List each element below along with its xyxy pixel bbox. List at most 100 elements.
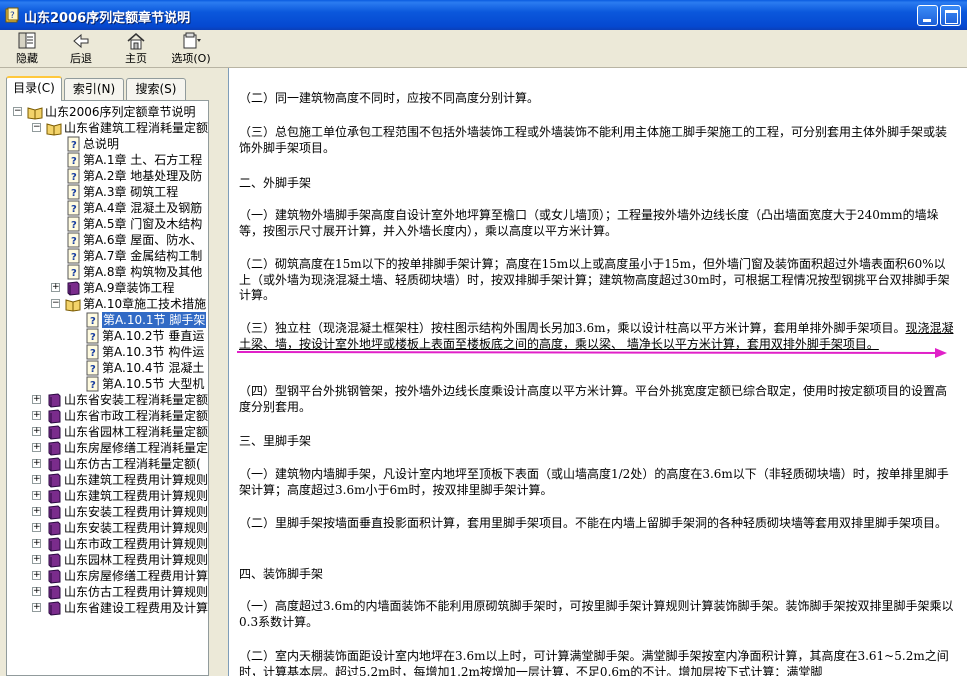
closed-book-icon: [65, 280, 81, 296]
tree-item[interactable]: ? 第A.10.2节 垂直运: [7, 328, 208, 344]
collapse-icon[interactable]: −: [51, 299, 60, 308]
tree-item[interactable]: + 第A.9章装饰工程: [7, 280, 208, 296]
closed-book-icon: [46, 488, 62, 504]
expand-icon[interactable]: +: [32, 443, 41, 452]
expand-icon[interactable]: +: [51, 283, 60, 292]
tree-item[interactable]: ? 第A.4章 混凝土及钢筋: [7, 200, 208, 216]
tab-contents[interactable]: 目录(C): [6, 76, 62, 101]
tree-item[interactable]: + 山东安装工程费用计算规则: [7, 504, 209, 520]
collapse-icon[interactable]: −: [13, 107, 22, 116]
minimize-button[interactable]: [917, 5, 938, 26]
tree-item[interactable]: ? 第A.10.4节 混凝土: [7, 360, 208, 376]
tree-item[interactable]: + 山东建筑工程费用计算规则: [7, 472, 209, 488]
tree-item-label: 第A.9章装饰工程: [83, 281, 175, 295]
tree-item-label: 山东建筑工程费用计算规则: [64, 473, 209, 487]
hide-pane-icon: [18, 32, 36, 49]
tree-item[interactable]: ? 第A.1章 土、石方工程: [7, 152, 208, 168]
tree-item[interactable]: ? 总说明: [7, 136, 208, 152]
tree-item[interactable]: − 第A.10章施工技术措施: [7, 296, 208, 312]
expand-icon[interactable]: +: [32, 571, 41, 580]
tree-item[interactable]: + 山东省园林工程消耗量定额: [7, 424, 208, 440]
tree-item[interactable]: + 山东园林工程费用计算规则: [7, 552, 209, 568]
options-button[interactable]: 选项(O): [166, 31, 216, 67]
closed-book-icon: [46, 424, 62, 440]
expand-icon[interactable]: +: [32, 395, 41, 404]
paragraph: （二）里脚手架按墙面垂直投影面积计算，套用里脚手架项目。不能在内墙上留脚手架洞的…: [239, 516, 948, 530]
expand-icon[interactable]: +: [32, 459, 41, 468]
expand-icon[interactable]: +: [32, 603, 41, 612]
tree-item[interactable]: ? 第A.10.1节 脚手架: [7, 312, 208, 328]
help-page-icon: ?: [84, 344, 100, 360]
options-label: 选项(O): [171, 52, 211, 65]
tree-item[interactable]: − 山东省建筑工程消耗量定额: [7, 120, 208, 136]
tree-item[interactable]: ? 第A.10.3节 构件运: [7, 344, 208, 360]
home-button[interactable]: 主页: [111, 31, 161, 67]
tree-item[interactable]: + 山东仿古工程费用计算规则: [7, 584, 208, 600]
tree-item[interactable]: + 山东建筑工程费用计算规则: [7, 488, 209, 504]
expand-icon[interactable]: +: [32, 427, 41, 436]
tree-item-label: 山东房屋修缮工程消耗量定: [64, 441, 209, 455]
tree-item-label: 第A.2章 地基处理及防: [83, 169, 203, 183]
tab-search[interactable]: 搜索(S): [126, 78, 186, 100]
svg-text:?: ?: [90, 364, 96, 375]
tree-item-label: 山东省安装工程消耗量定额: [64, 393, 209, 407]
expand-icon[interactable]: +: [32, 587, 41, 596]
tree-item[interactable]: ? 第A.5章 门窗及木结构: [7, 216, 208, 232]
closed-book-icon: [46, 520, 62, 536]
tab-index[interactable]: 索引(N): [64, 78, 124, 100]
tree-item-label: 第A.6章 屋面、防水、: [83, 233, 203, 247]
tree-item[interactable]: + 山东省建设工程费用及计算: [7, 600, 209, 616]
tree-item[interactable]: − 山东2006序列定额章节说明: [7, 104, 208, 120]
tree-item-label: 第A.10.5节 大型机: [102, 377, 205, 391]
tree-item-label: 第A.10.2节 垂直运: [102, 329, 205, 343]
expand-icon[interactable]: +: [32, 555, 41, 564]
tree-item[interactable]: + 山东市政工程费用计算规则: [7, 536, 209, 552]
svg-text:?: ?: [71, 188, 77, 199]
tree-item[interactable]: ? 第A.3章 砌筑工程: [7, 184, 208, 200]
tree-item-label: 第A.4章 混凝土及钢筋: [83, 201, 203, 215]
tree-item[interactable]: + 山东房屋修缮工程费用计算: [7, 568, 208, 584]
contents-tree[interactable]: − 山东2006序列定额章节说明 − 山东省建筑工程消耗量定额? 总说明? 第A.1章 土…: [6, 100, 209, 676]
expand-icon[interactable]: +: [32, 523, 41, 532]
help-page-icon: ?: [84, 376, 100, 392]
svg-text:?: ?: [71, 268, 77, 279]
tree-item[interactable]: + 山东仿古工程消耗量定额(: [7, 456, 208, 472]
tree-item[interactable]: ? 第A.8章 构筑物及其他: [7, 264, 208, 280]
tree-item[interactable]: ? 第A.6章 屋面、防水、: [7, 232, 208, 248]
tree-item-label: 山东仿古工程消耗量定额(: [64, 457, 201, 471]
tree-item-label: 山东安装工程费用计算规则: [64, 521, 209, 535]
tree-item-label: 第A.5章 门窗及木结构: [83, 217, 203, 231]
tree-item[interactable]: ? 第A.10.5节 大型机: [7, 376, 208, 392]
expand-icon[interactable]: +: [32, 411, 41, 420]
closed-book-icon: [46, 456, 62, 472]
tree-item-label: 山东建筑工程费用计算规则: [64, 489, 209, 503]
tree-item[interactable]: ? 第A.2章 地基处理及防: [7, 168, 208, 184]
collapse-icon[interactable]: −: [32, 123, 41, 132]
svg-text:?: ?: [71, 156, 77, 167]
hide-button[interactable]: 隐藏: [2, 31, 52, 67]
tree-item[interactable]: + 山东房屋修缮工程消耗量定: [7, 440, 209, 456]
tree-item-label: 山东市政工程费用计算规则: [64, 537, 209, 551]
expand-icon[interactable]: +: [32, 491, 41, 500]
expand-icon[interactable]: +: [32, 507, 41, 516]
tree-item-label: 总说明: [83, 137, 120, 151]
expand-icon[interactable]: +: [32, 539, 41, 548]
back-button[interactable]: 后退: [56, 31, 106, 67]
tree-item[interactable]: + 山东省安装工程消耗量定额: [7, 392, 209, 408]
tree-item[interactable]: + 山东安装工程费用计算规则: [7, 520, 209, 536]
toolbar: 隐藏 后退 主页 选项(O): [0, 30, 967, 68]
svg-text:?: ?: [71, 252, 77, 263]
expand-icon[interactable]: +: [32, 475, 41, 484]
tree-item-label: 山东安装工程费用计算规则: [64, 505, 209, 519]
tree-item-label: 山东园林工程费用计算规则: [64, 553, 209, 567]
maximize-button[interactable]: [940, 5, 961, 26]
tree-item-label: 第A.10章施工技术措施: [83, 297, 207, 311]
help-page-icon: ?: [84, 312, 100, 328]
help-page-icon: ?: [65, 232, 81, 248]
help-page-icon: ?: [65, 168, 81, 184]
tree-item[interactable]: + 山东省市政工程消耗量定额: [7, 408, 208, 424]
tree-item-label: 山东省建设工程费用及计算: [64, 601, 209, 615]
tree-item-label: 第A.1章 土、石方工程: [83, 153, 203, 167]
tree-item[interactable]: ? 第A.7章 金属结构工制: [7, 248, 208, 264]
open-book-icon: [46, 120, 62, 136]
